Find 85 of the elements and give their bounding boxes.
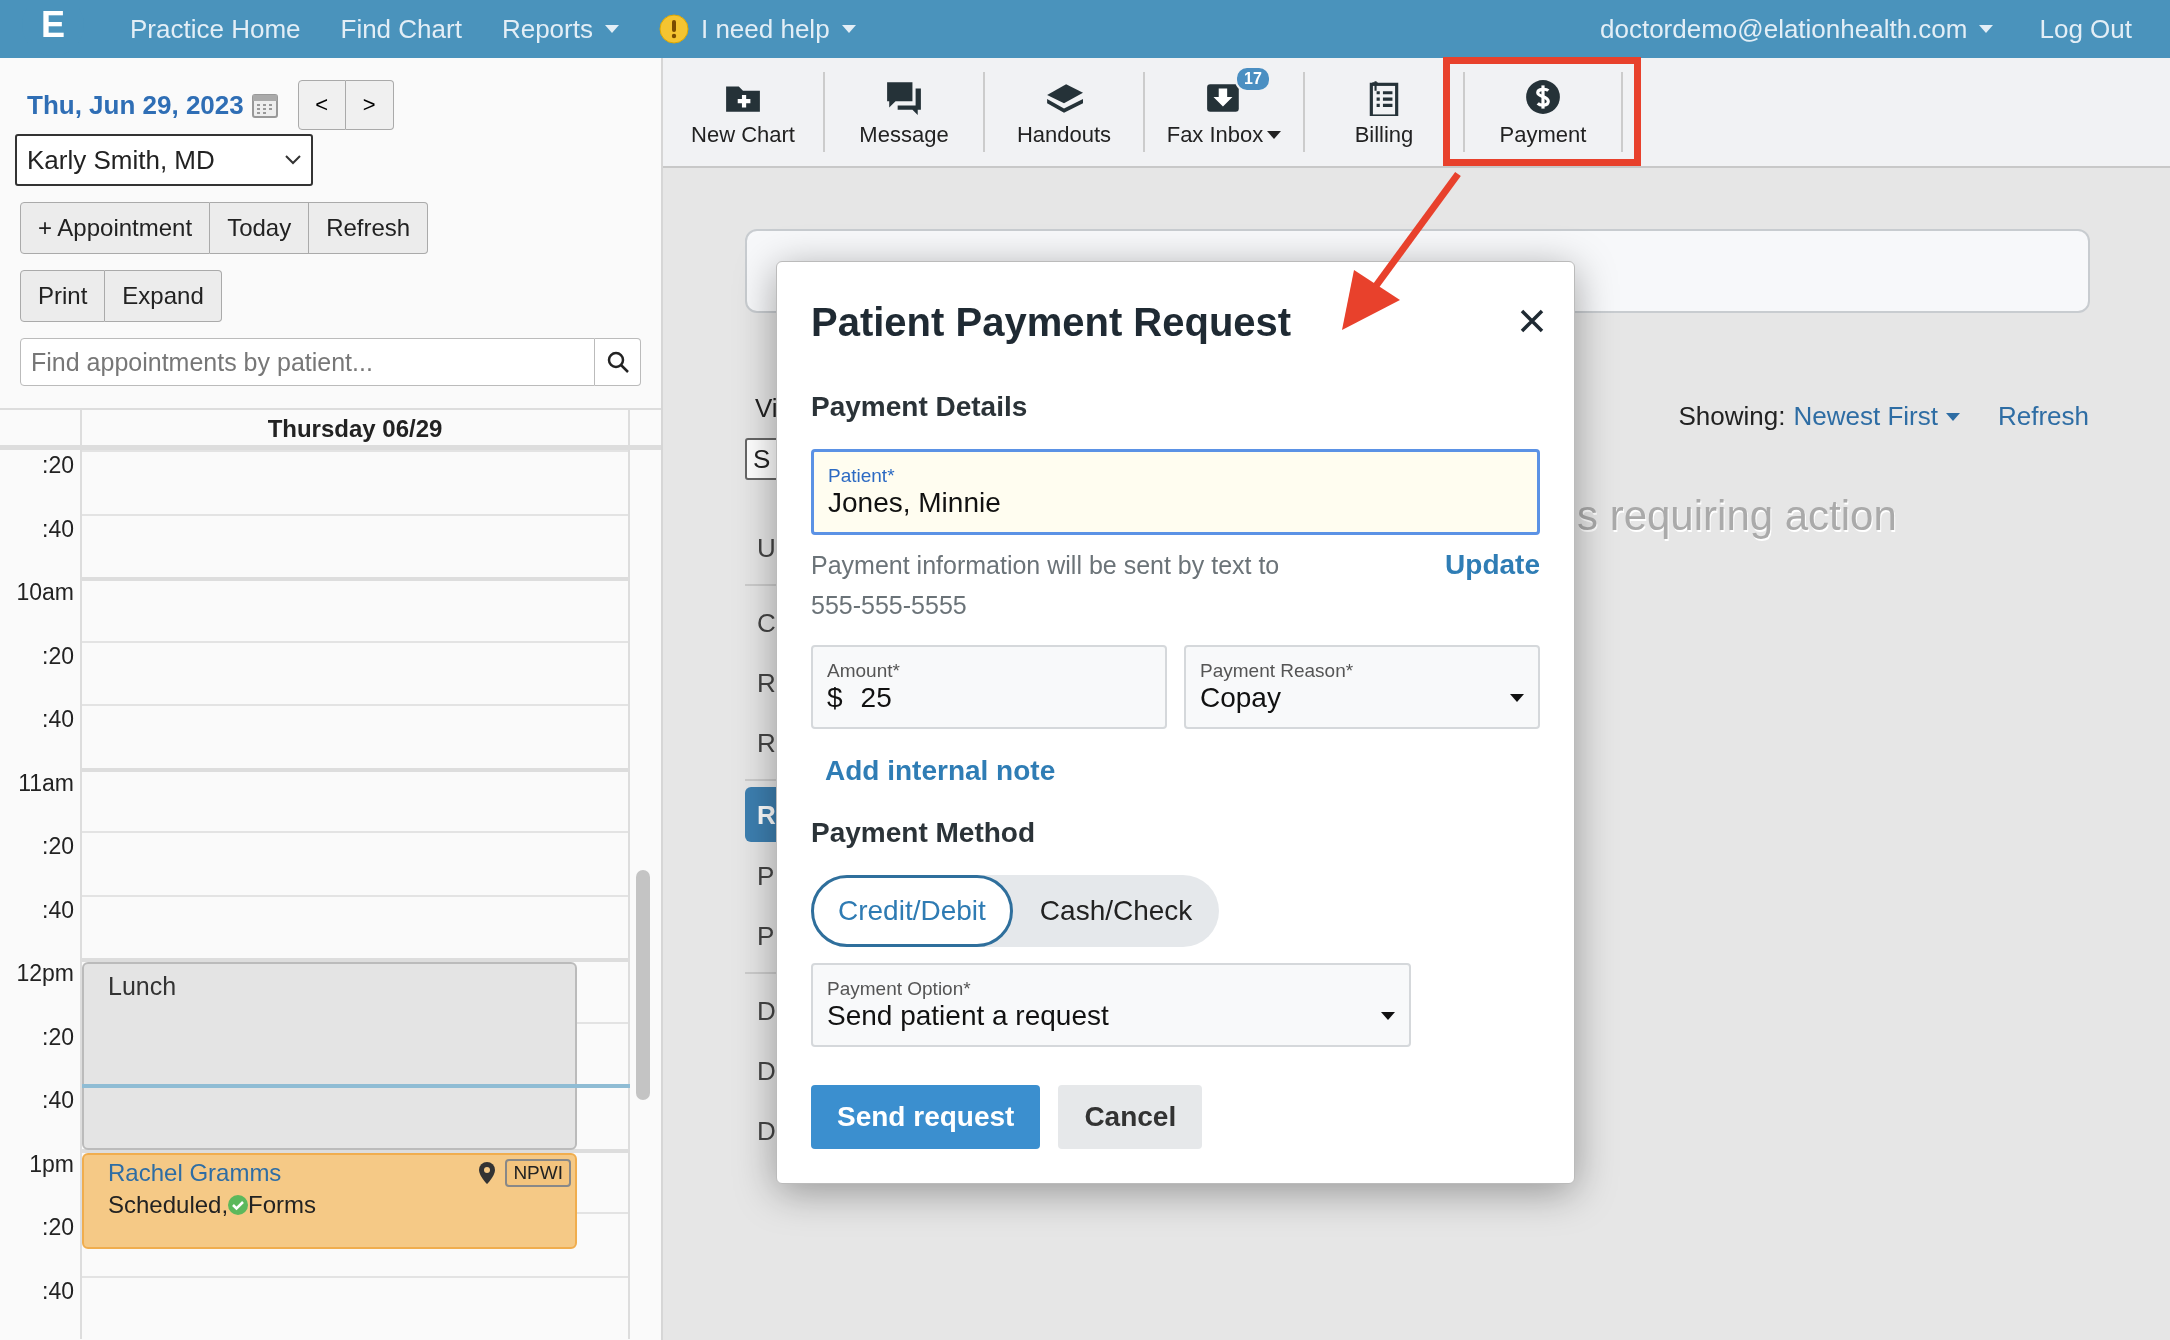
caret-icon [841, 25, 856, 33]
method-option[interactable]: Cash/Check [1012, 875, 1220, 947]
calendar-icon[interactable] [251, 92, 278, 118]
scrollbar-thumb[interactable] [636, 870, 650, 1100]
refresh-link[interactable]: Refresh [1997, 401, 2089, 432]
patient-link[interactable]: Rachel Gramms [108, 1158, 282, 1187]
chevron-icon [285, 155, 301, 165]
time-label: :40 [42, 1277, 74, 1304]
list-item[interactable]: R [745, 712, 776, 772]
time-label: 12pm [16, 960, 74, 986]
provider-select[interactable]: Karly Smith, MD [15, 134, 313, 186]
list-item[interactable]: R [745, 787, 776, 842]
toolbar-button[interactable]: Billing [1303, 72, 1463, 152]
amount-field[interactable]: Amount* $ 25 [811, 645, 1167, 729]
time-label: :40 [42, 1087, 74, 1113]
field-label: Vi [754, 393, 776, 425]
calendar-block[interactable]: Lunch [82, 962, 577, 1150]
schedule-button[interactable]: Refresh [309, 202, 429, 254]
time-label: :20 [42, 1214, 74, 1240]
previous-button[interactable]: < [297, 80, 346, 130]
time-label: :40 [42, 706, 74, 732]
time-label: :40 [42, 896, 74, 923]
method-option[interactable]: Credit/Debit [811, 875, 1013, 947]
appointment-card[interactable]: Rachel Gramms NPWI Scheduled, Forms [82, 1152, 577, 1249]
time-label: :40 [42, 515, 74, 542]
schedule-button[interactable]: + Appointment [20, 202, 211, 254]
block-title: Lunch [107, 971, 177, 1001]
list-item[interactable]: D [745, 1100, 776, 1160]
toolbar-button[interactable]: Message [823, 72, 983, 152]
schedule-button[interactable]: Today [210, 202, 310, 254]
location-pin-icon [479, 1161, 496, 1184]
time-label: 10am [16, 579, 74, 605]
forms-status: Forms [248, 1190, 317, 1219]
alert-icon [658, 14, 689, 44]
search-icon [606, 351, 629, 373]
search-button[interactable] [595, 338, 641, 386]
time-label: :20 [42, 642, 74, 669]
time-label: :20 [42, 452, 74, 478]
option-select[interactable]: Payment Option* Send patient a request [811, 963, 1411, 1047]
caret-icon [1979, 25, 1994, 33]
list-item[interactable]: R [745, 652, 776, 712]
patient-field[interactable]: Patient* Jones, Minnie [811, 449, 1540, 535]
sort-label: Showing: [1678, 401, 1786, 432]
help-text: Payment information will be sent by text to 555-555-5555 [811, 550, 1281, 621]
toolbar-button[interactable]: New Chart [663, 72, 823, 152]
cancel-button[interactable]: Cancel [1058, 1085, 1203, 1149]
caret-icon [604, 25, 619, 33]
toolbar-button[interactable]: Handouts [983, 72, 1143, 152]
appointment-search-field[interactable]: Find appointments by patient... [20, 338, 595, 386]
visit-tag: NPWI [505, 1158, 571, 1187]
day-header: Thursday 06/29 [82, 410, 630, 445]
add-note-link[interactable]: Add internal note [811, 755, 1056, 787]
sort-dropdown[interactable]: Newest First [1793, 401, 1960, 432]
list-item[interactable]: P [745, 845, 776, 905]
time-label: 11am [18, 769, 74, 796]
schedule-button[interactable]: Print [20, 270, 106, 322]
next-button[interactable]: > [345, 80, 394, 130]
select-field[interactable]: S [745, 438, 776, 480]
dollar-icon [1524, 78, 1562, 116]
count-badge: 17 [1235, 66, 1271, 92]
time-label: 1pm [29, 1150, 74, 1177]
schedule-button[interactable]: Expand [105, 270, 222, 322]
list-item[interactable]: C [745, 592, 776, 652]
caret-icon [1945, 412, 1960, 421]
toolbar-button[interactable]: Fax Inbox 17 [1143, 72, 1303, 152]
empty-message: s requiring action [1577, 492, 1898, 540]
time-label: :20 [42, 1023, 74, 1050]
list-item[interactable]: D [745, 980, 776, 1040]
time-label: :20 [42, 833, 74, 859]
appointment-status: Scheduled, [108, 1190, 229, 1219]
section-heading: Payment Details [811, 391, 1029, 423]
caret-icon [1510, 694, 1524, 702]
dialog-title: Patient Payment Request [811, 300, 1292, 345]
list-item[interactable]: D [745, 1040, 776, 1100]
close-icon [1520, 309, 1544, 333]
schedule-date: Thu, Jun 29, 2023 [27, 89, 244, 121]
list-item[interactable]: P [745, 905, 776, 965]
section-heading: Payment Method [811, 817, 1037, 849]
check-icon [228, 1194, 249, 1215]
update-link[interactable]: Update [1445, 549, 1540, 581]
reason-select[interactable]: Payment Reason* Copay [1184, 645, 1540, 729]
toolbar-button[interactable]: Payment [1463, 72, 1623, 152]
caret-icon [1381, 1012, 1395, 1020]
caret-icon [1267, 131, 1282, 139]
list-item[interactable]: U [745, 517, 776, 577]
